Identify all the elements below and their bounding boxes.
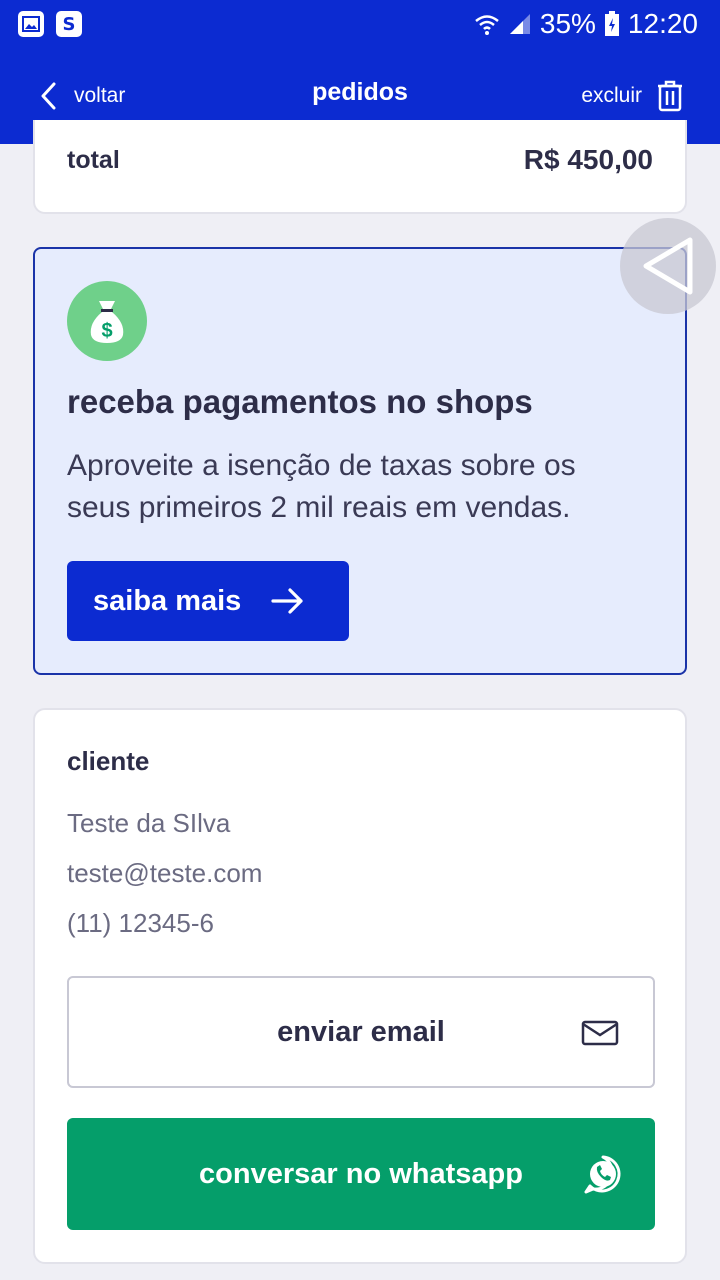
client-email: teste@teste.com bbox=[67, 858, 263, 888]
status-right: 35% 12:20 bbox=[474, 8, 698, 40]
delete-label: excluir bbox=[581, 84, 642, 107]
whatsapp-label: conversar no whatsapp bbox=[199, 1157, 523, 1190]
trash-icon bbox=[658, 80, 682, 112]
mail-icon bbox=[581, 1020, 619, 1046]
battery-percent: 35% bbox=[539, 8, 596, 39]
send-email-button[interactable]: enviar email bbox=[67, 976, 655, 1088]
learn-more-label: saiba mais bbox=[93, 584, 242, 617]
whatsapp-button[interactable]: conversar no whatsapp bbox=[67, 1118, 655, 1230]
delete-button[interactable]: excluir bbox=[581, 76, 684, 116]
client-name: Teste da SIlva bbox=[67, 808, 231, 838]
s-app-icon: S bbox=[56, 11, 82, 37]
total-value: R$ 450,00 bbox=[523, 144, 653, 175]
svg-text:$: $ bbox=[101, 320, 112, 342]
status-bar: S 35% 12:20 bbox=[0, 0, 720, 48]
gallery-icon bbox=[18, 11, 44, 37]
promo-text: Aproveite a isenção de taxas sobre os se… bbox=[67, 449, 576, 524]
signal-icon bbox=[509, 14, 530, 34]
status-left-icons: S bbox=[18, 11, 82, 37]
money-bag-icon: $ bbox=[67, 281, 147, 361]
battery-icon bbox=[604, 11, 619, 36]
learn-more-button[interactable]: saiba mais bbox=[67, 561, 349, 641]
send-email-label: enviar email bbox=[277, 1015, 445, 1048]
total-label: total bbox=[67, 146, 120, 174]
clock: 12:20 bbox=[627, 8, 698, 39]
wifi-icon bbox=[475, 15, 499, 35]
whatsapp-icon bbox=[584, 1155, 621, 1194]
order-total-card: total R$ 450,00 bbox=[33, 120, 687, 214]
promo-card: $ receba pagamentos no shops Aproveite a… bbox=[33, 247, 687, 675]
floating-back-button[interactable] bbox=[620, 218, 716, 314]
client-title: cliente bbox=[67, 746, 150, 776]
client-phone: (11) 12345-6 bbox=[67, 908, 214, 938]
arrow-right-icon bbox=[271, 588, 303, 614]
client-card: cliente Teste da SIlva teste@teste.com (… bbox=[33, 708, 687, 1264]
promo-title: receba pagamentos no shops bbox=[67, 383, 533, 420]
triangle-left-icon bbox=[643, 237, 693, 295]
